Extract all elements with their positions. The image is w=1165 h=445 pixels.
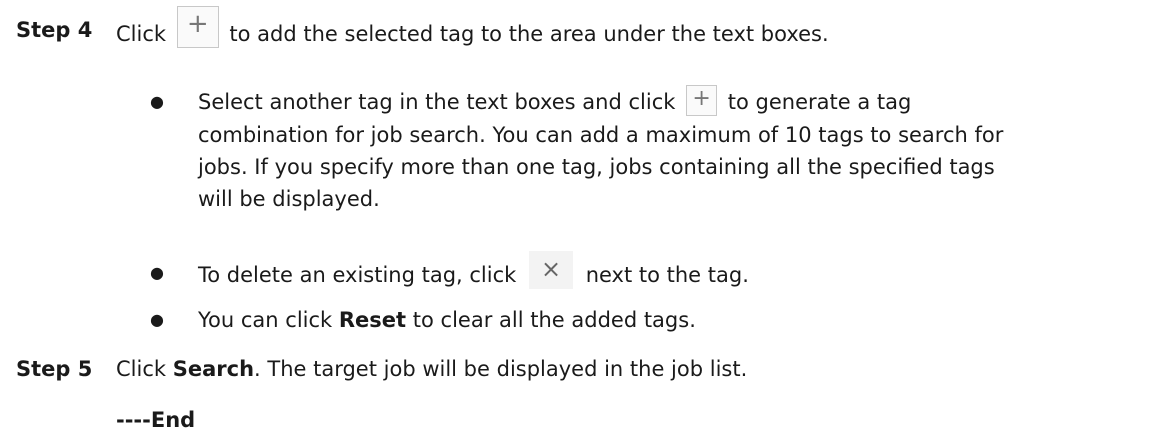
bullet-1-line-4: will be displayed. xyxy=(198,186,380,211)
plus-icon: + xyxy=(686,84,718,116)
step-5-text-after: . The target job will be displayed in th… xyxy=(254,357,748,381)
search-term: Search xyxy=(172,357,255,381)
bullet-1-line-3: jobs. If you specify more than one tag, … xyxy=(198,154,995,179)
step-4-label: Step 4 xyxy=(16,18,93,42)
reset-term: Reset xyxy=(338,308,407,332)
step-4-text: Click + to add the selected tag to the a… xyxy=(116,6,829,56)
bullet-text: You can click Reset to clear all the add… xyxy=(198,304,1148,336)
bullet-text: Select another tag in the text boxes and… xyxy=(198,84,1148,215)
bullet-2-after: next to the tag. xyxy=(585,263,749,287)
bullet-icon: ● xyxy=(150,263,164,282)
bullet-1-before: Select another tag in the text boxes and… xyxy=(198,90,676,114)
close-icon: × xyxy=(529,251,573,289)
step-5-label: Step 5 xyxy=(16,357,93,381)
step-5-text-before: Click xyxy=(116,357,167,381)
bullet-icon: ● xyxy=(150,92,164,111)
bullet-text: To delete an existing tag, click × next … xyxy=(198,251,1148,295)
plus-icon: + xyxy=(176,6,219,48)
step-4-text-after: to add the selected tag to the area unde… xyxy=(229,22,829,46)
bullet-2-before: To delete an existing tag, click xyxy=(198,263,517,287)
step-4-text-before: Click xyxy=(116,22,167,46)
end-marker: ----End xyxy=(116,408,196,432)
bullet-3-before: You can click xyxy=(198,308,333,332)
step-5-text: Click Search. The target job will be dis… xyxy=(116,353,747,385)
bullet-icon: ● xyxy=(150,310,164,329)
bullet-1-line-2: combination for job search. You can add … xyxy=(198,122,1004,147)
bullet-3-after: to clear all the added tags. xyxy=(412,308,696,332)
bullet-1-after: to generate a tag xyxy=(727,90,912,114)
